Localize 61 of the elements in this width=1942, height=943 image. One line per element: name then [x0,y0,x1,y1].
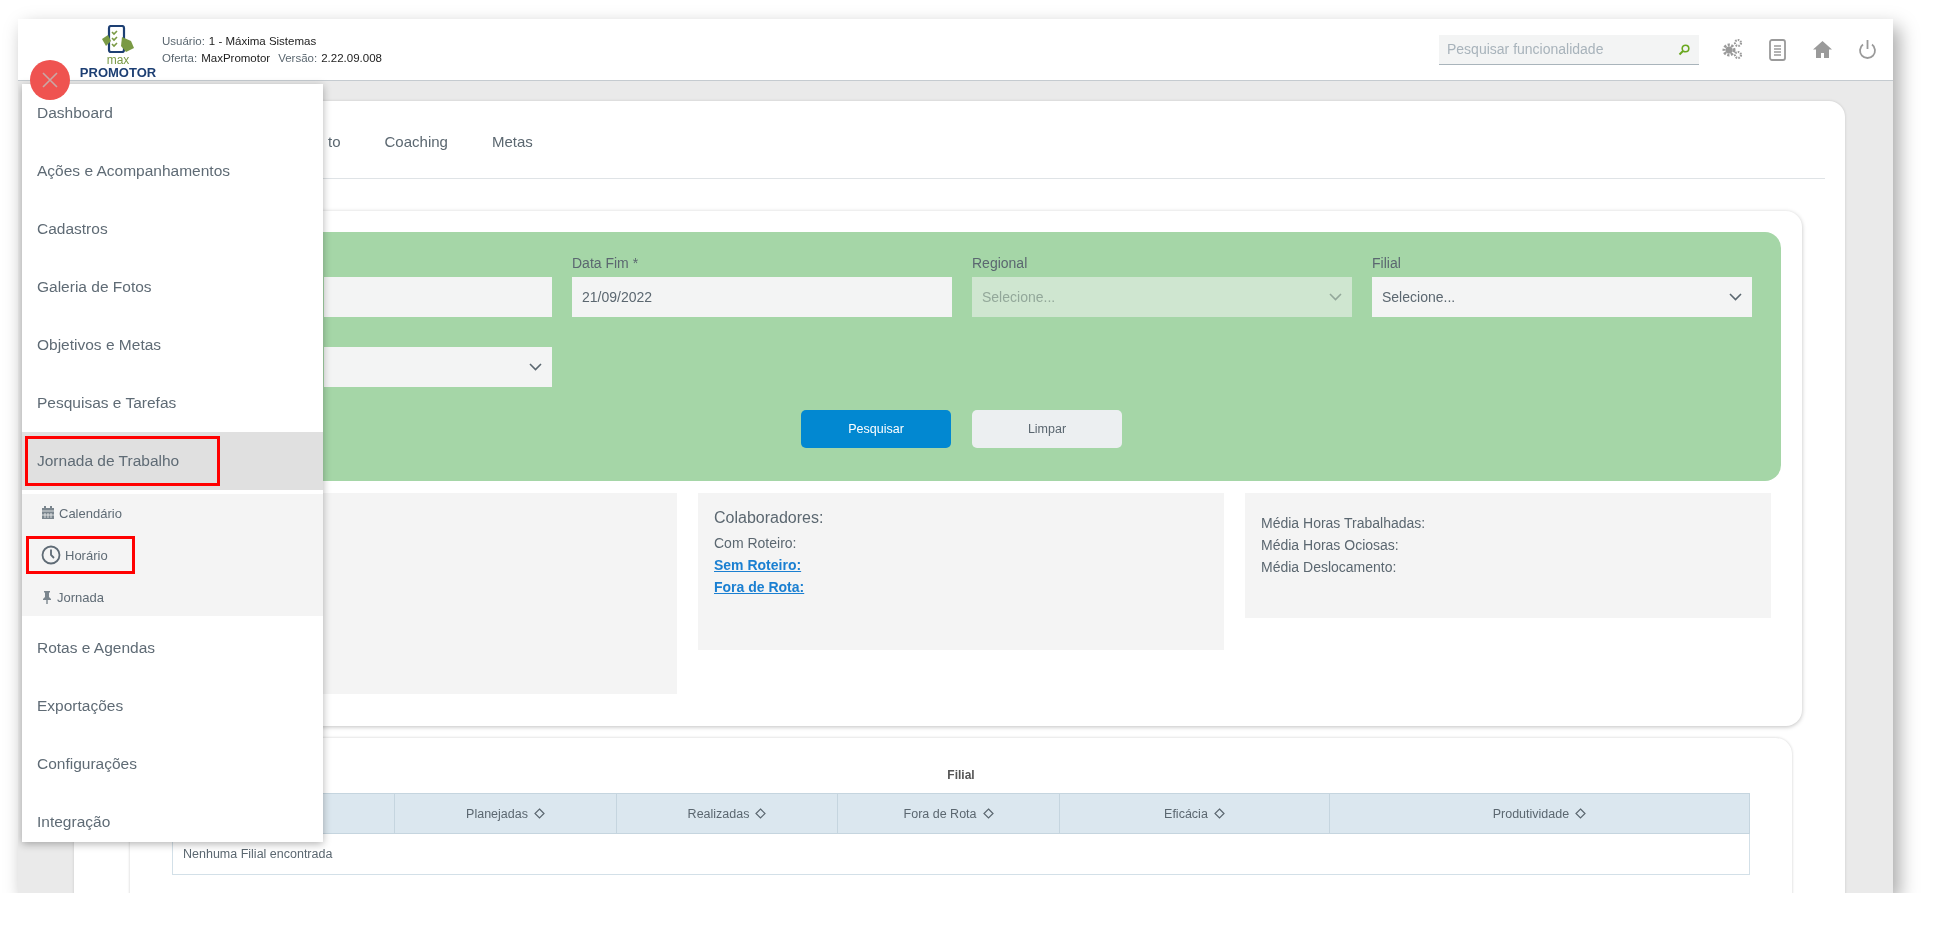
stat-heading: Colaboradores: [714,509,825,527]
version-label: Versão: [278,51,318,64]
column-header[interactable]: Produtividade [1492,806,1570,821]
menu-item[interactable]: Objetivos e Metas [22,316,323,374]
offer-label: Oferta: [162,51,198,64]
logo-text: max [106,55,130,66]
user-value: 1 - Máxima Sistemas [208,34,317,47]
search-button[interactable]: Pesquisar [801,410,951,448]
logo-text: PROMOTOR [79,66,157,80]
phone-hand-icon [100,25,136,55]
close-icon [42,72,58,88]
stat-label: Média Horas Trabalhadas: [1261,515,1427,531]
sort-icon [755,808,767,819]
select-field[interactable]: Selecione... [1372,277,1752,317]
stat-link[interactable]: Fora de Rota: [714,579,805,595]
clear-button[interactable]: Limpar [972,410,1122,448]
select-field[interactable] [324,347,552,387]
input-field[interactable]: 21/09/2022 [572,277,952,317]
chevron-down-icon [1729,293,1742,301]
offer-value: MaxPromotor [201,51,271,64]
column-header[interactable]: Eficácia [1164,806,1208,821]
menu-item[interactable]: Jornada de Trabalho [22,432,323,490]
menu-item[interactable]: Integração [22,793,323,842]
menu-item[interactable]: Ações e Acompanhamentos [22,142,323,200]
column-header[interactable]: Realizadas [687,806,750,821]
menu-item[interactable]: Configurações [22,735,323,793]
stat-label: Com Roteiro: [714,535,798,551]
column-header[interactable]: Planejadas [466,806,528,821]
submenu-item[interactable]: Jornada [26,578,131,616]
stat-link[interactable]: Sem Roteiro: [714,557,802,573]
menu-item[interactable]: Galeria de Fotos [22,258,323,316]
tab[interactable]: Coaching [362,131,470,153]
menu-item[interactable]: Pesquisas e Tarefas [22,374,323,432]
menu-item[interactable]: Rotas e Agendas [22,619,323,677]
submenu-item[interactable]: Horário [26,536,135,574]
chevron-down-icon [1329,293,1342,301]
calendar-icon [41,506,55,520]
table-title: Filial [946,767,976,784]
stat-label: Média Horas Ociosas: [1261,537,1400,553]
column-header[interactable]: Fora de Rota [903,806,977,821]
sort-icon [1575,808,1587,819]
tab[interactable]: to [328,131,363,153]
field-label: Regional [972,255,1028,271]
field-label: Data Fim * [572,255,639,271]
menu-item[interactable]: Cadastros [22,200,323,258]
field-label: Filial [1372,255,1401,271]
empty-message: Nenhuma Filial encontrada [183,847,333,861]
menu-item[interactable]: Exportações [22,677,323,735]
tab[interactable]: Metas [469,131,555,153]
stat-label: Média Deslocamento: [1261,559,1398,575]
user-label: Usuário: [162,34,205,47]
menu-item[interactable]: Dashboard [22,84,323,142]
sort-icon [533,808,545,819]
pin-icon [41,590,53,604]
clock-icon [41,545,61,565]
submenu-item[interactable]: Calendário [26,494,149,532]
sort-icon [1213,808,1225,819]
version-value: 2.22.09.008 [321,51,382,64]
input-field[interactable] [324,277,552,317]
sort-icon [982,808,994,819]
chevron-down-icon [529,363,542,371]
